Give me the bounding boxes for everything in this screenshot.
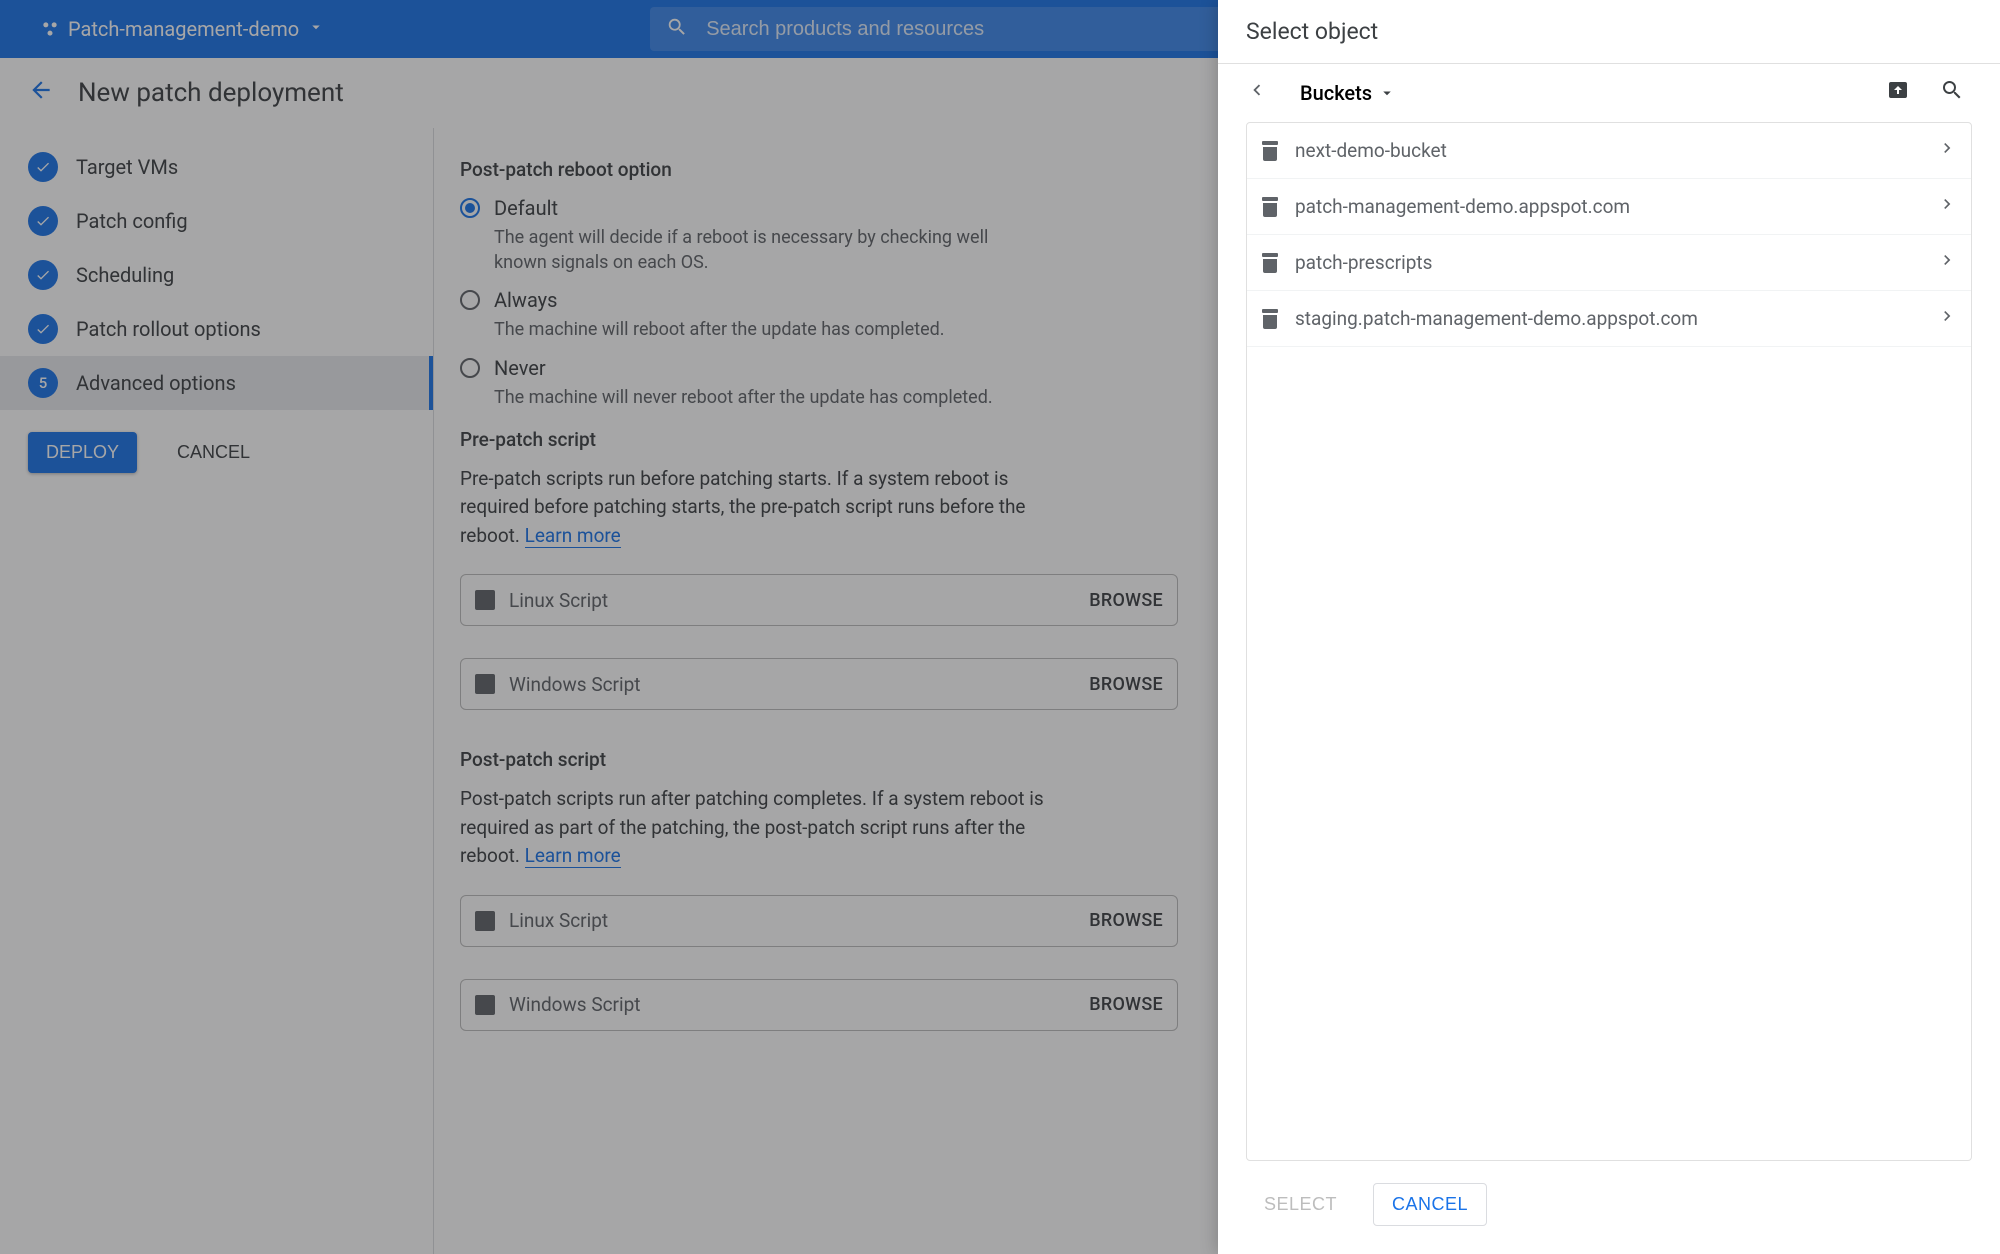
- cancel-button[interactable]: CANCEL: [159, 432, 268, 473]
- pre-patch-windows-input[interactable]: Windows Script BROWSE: [460, 658, 1178, 710]
- caret-down-icon: [1378, 84, 1396, 102]
- back-arrow-icon[interactable]: [28, 77, 54, 110]
- reboot-section-title: Post-patch reboot option: [460, 158, 1178, 181]
- step-patch-rollout[interactable]: Patch rollout options: [0, 302, 433, 356]
- check-icon: [28, 314, 58, 344]
- bucket-icon: [1261, 197, 1279, 217]
- bucket-icon: [1261, 141, 1279, 161]
- bucket-icon: [1261, 253, 1279, 273]
- search-input[interactable]: [706, 18, 1274, 41]
- step-target-vms[interactable]: Target VMs: [0, 140, 433, 194]
- post-patch-desc: Post-patch scripts run after patching co…: [460, 785, 1045, 871]
- select-button[interactable]: SELECT: [1246, 1183, 1355, 1226]
- browse-button[interactable]: BROWSE: [1089, 674, 1163, 695]
- project-selector[interactable]: Patch-management-demo: [40, 17, 325, 41]
- advanced-options-form: Post-patch reboot option Default The age…: [434, 128, 1204, 1254]
- document-icon: [475, 590, 495, 610]
- check-icon: [28, 260, 58, 290]
- document-icon: [475, 995, 495, 1015]
- bucket-row[interactable]: staging.patch-management-demo.appspot.co…: [1247, 291, 1971, 347]
- bucket-name: patch-prescripts: [1295, 251, 1921, 274]
- project-name: Patch-management-demo: [68, 17, 299, 41]
- script-placeholder: Windows Script: [509, 673, 1075, 696]
- check-icon: [28, 152, 58, 182]
- chevron-right-icon: [1937, 306, 1957, 331]
- document-icon: [475, 674, 495, 694]
- bucket-row[interactable]: patch-management-demo.appspot.com: [1247, 179, 1971, 235]
- pre-patch-linux-input[interactable]: Linux Script BROWSE: [460, 574, 1178, 626]
- bucket-row[interactable]: next-demo-bucket: [1247, 123, 1971, 179]
- bucket-row[interactable]: patch-prescripts: [1247, 235, 1971, 291]
- check-icon: [28, 206, 58, 236]
- radio-always-label: Always: [494, 287, 945, 313]
- chevron-right-icon: [1937, 250, 1957, 275]
- post-patch-title: Post-patch script: [460, 748, 1178, 771]
- step-scheduling[interactable]: Scheduling: [0, 248, 433, 302]
- step-label: Advanced options: [76, 371, 236, 395]
- browse-button[interactable]: BROWSE: [1089, 994, 1163, 1015]
- radio-never-label: Never: [494, 355, 993, 381]
- bucket-name: staging.patch-management-demo.appspot.co…: [1295, 307, 1921, 330]
- caret-down-icon: [307, 17, 325, 41]
- document-icon: [475, 911, 495, 931]
- radio-never[interactable]: [460, 358, 480, 378]
- project-icon: [40, 19, 60, 39]
- step-label: Target VMs: [76, 155, 178, 179]
- chevron-right-icon: [1937, 138, 1957, 163]
- search-bar[interactable]: [650, 7, 1290, 51]
- pre-patch-desc: Pre-patch scripts run before patching st…: [460, 465, 1045, 551]
- deploy-button[interactable]: DEPLOY: [28, 432, 137, 473]
- pre-patch-title: Pre-patch script: [460, 428, 1178, 451]
- search-icon[interactable]: [1932, 78, 1972, 108]
- step-label: Scheduling: [76, 263, 174, 287]
- bucket-name: patch-management-demo.appspot.com: [1295, 195, 1921, 218]
- script-placeholder: Windows Script: [509, 993, 1075, 1016]
- steps-sidebar: Target VMs Patch config Scheduling: [0, 128, 434, 1254]
- browse-button[interactable]: BROWSE: [1089, 910, 1163, 931]
- chevron-right-icon: [1937, 194, 1957, 219]
- radio-always[interactable]: [460, 290, 480, 310]
- cancel-button[interactable]: CANCEL: [1373, 1183, 1487, 1226]
- radio-default-label: Default: [494, 195, 1034, 221]
- panel-title: Select object: [1218, 0, 2000, 64]
- learn-more-link[interactable]: Learn more: [525, 524, 621, 548]
- radio-never-desc: The machine will never reboot after the …: [494, 385, 993, 410]
- bucket-name: next-demo-bucket: [1295, 139, 1921, 162]
- search-icon: [666, 16, 688, 42]
- step-label: Patch config: [76, 209, 188, 233]
- learn-more-link[interactable]: Learn more: [525, 844, 621, 868]
- select-object-panel: Select object Buckets next-demo-bucket p…: [1218, 0, 2000, 1254]
- browse-button[interactable]: BROWSE: [1089, 590, 1163, 611]
- step-patch-config[interactable]: Patch config: [0, 194, 433, 248]
- radio-default[interactable]: [460, 198, 480, 218]
- step-advanced-options[interactable]: 5 Advanced options: [0, 356, 433, 410]
- radio-default-desc: The agent will decide if a reboot is nec…: [494, 225, 1034, 275]
- chevron-left-icon[interactable]: [1246, 79, 1268, 107]
- post-patch-linux-input[interactable]: Linux Script BROWSE: [460, 895, 1178, 947]
- post-patch-windows-input[interactable]: Windows Script BROWSE: [460, 979, 1178, 1031]
- breadcrumb-buckets[interactable]: Buckets: [1300, 81, 1396, 105]
- bucket-icon: [1261, 309, 1279, 329]
- radio-always-desc: The machine will reboot after the update…: [494, 317, 945, 342]
- step-label: Patch rollout options: [76, 317, 261, 341]
- bucket-list: next-demo-bucket patch-management-demo.a…: [1246, 122, 1972, 1161]
- step-number-badge: 5: [28, 368, 58, 398]
- script-placeholder: Linux Script: [509, 909, 1075, 932]
- upload-icon[interactable]: [1878, 78, 1918, 108]
- page-title: New patch deployment: [78, 78, 344, 108]
- script-placeholder: Linux Script: [509, 589, 1075, 612]
